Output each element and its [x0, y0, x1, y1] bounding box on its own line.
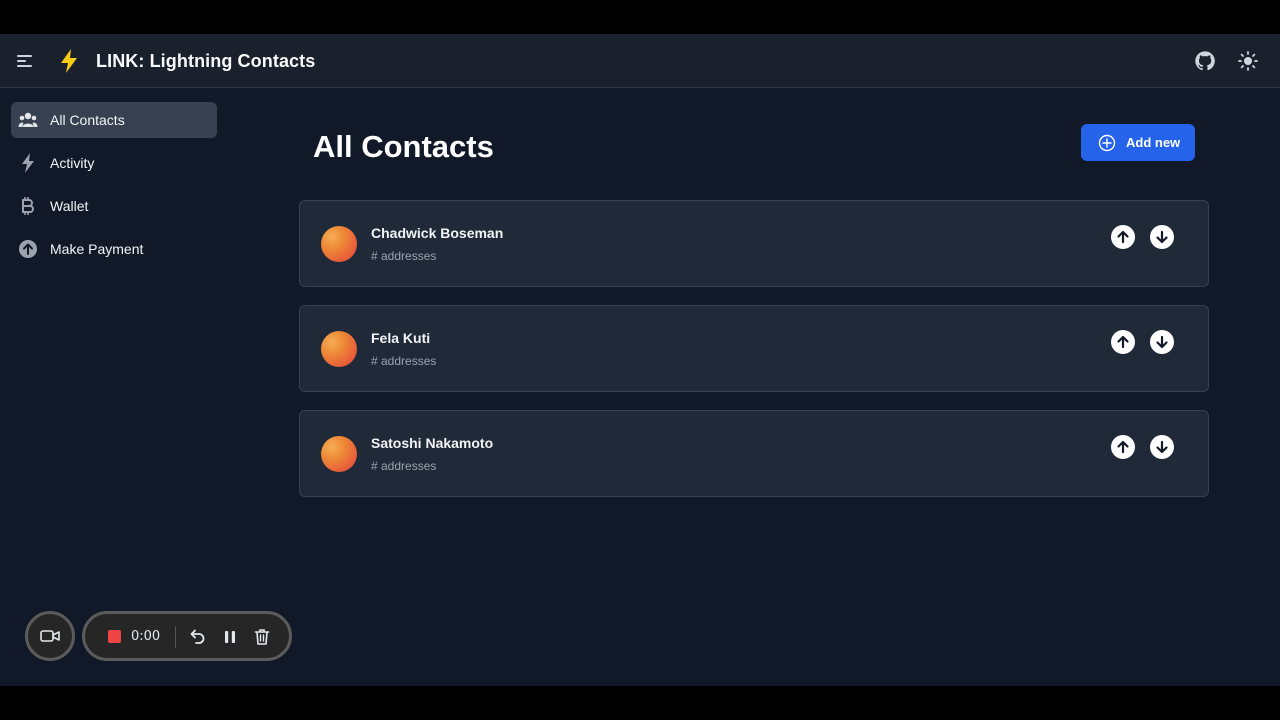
receive-arrow-down-icon[interactable] [1150, 435, 1174, 459]
plus-circle-icon [1098, 134, 1116, 152]
contact-addresses: # addresses [371, 249, 437, 263]
recording-timer: 0:00 [131, 629, 161, 644]
send-arrow-up-icon[interactable] [1111, 435, 1135, 459]
send-arrow-up-icon[interactable] [1111, 225, 1135, 249]
sidebar-item-label: Activity [50, 155, 95, 171]
pause-icon[interactable] [220, 627, 240, 647]
avatar [321, 331, 357, 367]
top-header: LINK: Lightning Contacts [0, 34, 1280, 88]
sun-icon[interactable] [1237, 50, 1259, 72]
sidebar-item-label: All Contacts [50, 112, 125, 128]
contact-name: Fela Kuti [371, 330, 431, 346]
sidebar-item-activity[interactable]: Activity [11, 145, 217, 181]
sidebar: All Contacts Activity Wallet Make Paymen… [0, 89, 230, 686]
recording-controls: 0:00 [82, 611, 292, 661]
github-icon[interactable] [1194, 50, 1216, 72]
contact-name: Chadwick Boseman [371, 225, 504, 241]
contact-addresses: # addresses [371, 354, 437, 368]
video-camera-icon[interactable] [25, 611, 75, 661]
avatar [321, 226, 357, 262]
divider [175, 626, 176, 648]
lightning-icon [18, 153, 38, 173]
letterbox-bottom [0, 686, 1280, 720]
sidebar-item-wallet[interactable]: Wallet [11, 188, 217, 224]
users-icon [18, 110, 38, 130]
sidebar-item-make-payment[interactable]: Make Payment [11, 231, 217, 267]
add-new-button[interactable]: Add new [1081, 124, 1195, 161]
receive-arrow-down-icon[interactable] [1150, 330, 1174, 354]
avatar [321, 436, 357, 472]
page-title: All Contacts [313, 129, 494, 164]
sidebar-item-label: Make Payment [50, 241, 144, 257]
trash-icon[interactable] [252, 627, 272, 647]
contact-card[interactable]: Fela Kuti # addresses [299, 305, 1209, 392]
send-arrow-up-icon[interactable] [1111, 330, 1135, 354]
contact-card[interactable]: Satoshi Nakamoto # addresses [299, 410, 1209, 497]
contact-card[interactable]: Chadwick Boseman # addresses [299, 200, 1209, 287]
arrow-up-circle-icon [18, 239, 38, 259]
lightning-bolt-icon [57, 48, 81, 74]
sidebar-item-all-contacts[interactable]: All Contacts [11, 102, 217, 138]
add-new-label: Add new [1126, 135, 1181, 150]
stop-icon[interactable] [108, 630, 121, 643]
receive-arrow-down-icon[interactable] [1150, 225, 1174, 249]
contact-name: Satoshi Nakamoto [371, 435, 494, 451]
bitcoin-icon [18, 196, 38, 216]
menu-icon[interactable] [14, 50, 36, 72]
app-window: LINK: Lightning Contacts All Contacts Ac… [0, 34, 1280, 686]
sidebar-item-label: Wallet [50, 198, 89, 214]
app-title: LINK: Lightning Contacts [96, 51, 316, 71]
contact-addresses: # addresses [371, 459, 437, 473]
letterbox-top [0, 0, 1280, 34]
undo-icon[interactable] [187, 627, 207, 647]
